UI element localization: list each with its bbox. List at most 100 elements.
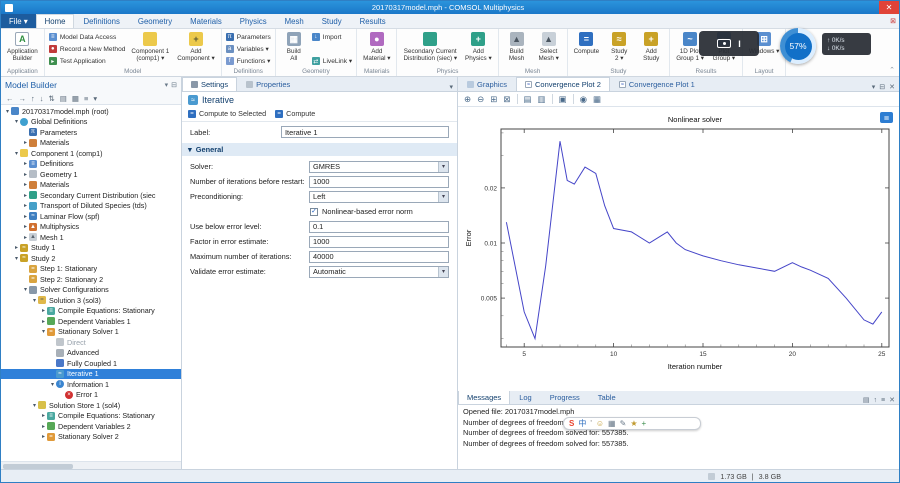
- ime-icon[interactable]: ☺: [596, 418, 604, 429]
- tree-toolbar-icon[interactable]: ▦: [72, 94, 79, 103]
- ime-icon[interactable]: ★: [630, 418, 637, 429]
- tree-toolbar-icon[interactable]: ↑: [31, 94, 35, 103]
- general-section-header[interactable]: ▾ General: [182, 143, 457, 156]
- ime-icon[interactable]: ▦: [608, 418, 616, 429]
- tree-item-geometry-1[interactable]: ▸ Geometry 1: [1, 169, 181, 180]
- ime-icon[interactable]: 中: [578, 418, 586, 429]
- graphics-tool-icon[interactable]: ⊠: [503, 94, 510, 105]
- help-icon[interactable]: ⊠: [890, 17, 896, 25]
- expand-icon[interactable]: ▸: [40, 412, 47, 419]
- expand-icon[interactable]: ▸: [40, 307, 47, 314]
- tree-item-20170317model-mph-root[interactable]: ▾ 20170317model.mph (root): [1, 106, 181, 117]
- tree-item-multiphysics[interactable]: ▸ ▲ Multiphysics: [1, 222, 181, 233]
- tree-item-solution-store-1-sol4[interactable]: ▾ Solution Store 1 (sol4): [1, 400, 181, 411]
- tree-toolbar-icon[interactable]: ←: [6, 94, 14, 103]
- ribbon-tab-mesh[interactable]: Mesh: [276, 14, 313, 28]
- tree-item-dependent-variables-1[interactable]: ▸ Dependent Variables 1: [1, 316, 181, 327]
- ribbon-tab-study[interactable]: Study: [313, 14, 351, 28]
- graphics-tool-icon[interactable]: ⊕: [464, 94, 471, 105]
- panel-control-icon[interactable]: ▾: [872, 83, 876, 91]
- ribbon-item-component-1-comp1[interactable]: Component 1 (comp1) ▾: [129, 31, 171, 63]
- input-factor-in-error-estimate[interactable]: [309, 235, 449, 248]
- scrollbar-thumb[interactable]: [3, 463, 73, 469]
- expand-icon[interactable]: ▸: [22, 192, 29, 199]
- tree-item-stationary-solver-2[interactable]: ▸ = Stationary Solver 2: [1, 432, 181, 443]
- tab-messages[interactable]: Messages: [458, 390, 511, 404]
- tree-item-advanced[interactable]: Advanced: [1, 348, 181, 359]
- tree-item-direct[interactable]: Direct: [1, 337, 181, 348]
- ribbon-item-test-application[interactable]: ▸ Test Application: [48, 56, 126, 66]
- panel-float-icon[interactable]: ⊟: [171, 81, 177, 89]
- collapse-icon[interactable]: ▾: [31, 402, 38, 409]
- checkbox-nonlinear-based-error-norm[interactable]: ✓: [310, 207, 318, 216]
- compute-button[interactable]: = Compute: [275, 109, 315, 118]
- expand-icon[interactable]: ▸: [22, 139, 29, 146]
- ribbon-tab-materials[interactable]: Materials: [181, 14, 231, 28]
- tree-item-compile-equations-stationary[interactable]: ▸ ≡ Compile Equations: Stationary: [1, 306, 181, 317]
- ribbon-item-record-a-new-method[interactable]: ● Record a New Method: [48, 44, 125, 54]
- ribbon-item-secondary-current-distribution-siec[interactable]: Secondary Current Distribution (siec) ▾: [401, 31, 459, 63]
- tree-item-compile-equations-stationary[interactable]: ▸ ≡ Compile Equations: Stationary: [1, 411, 181, 422]
- combo-validate-error-estimate[interactable]: Automatic ▾: [309, 265, 449, 278]
- graphics-tool-icon[interactable]: ◉: [580, 94, 587, 105]
- graphics-tool-icon[interactable]: ⊞: [490, 94, 497, 105]
- ribbon-item-add-component[interactable]: + Add Component ▾: [175, 31, 216, 63]
- tree-item-solution-3-sol3[interactable]: ▾ = Solution 3 (sol3): [1, 295, 181, 306]
- messages-tool-icon[interactable]: ▤: [863, 396, 870, 404]
- collapse-icon[interactable]: ▾: [40, 328, 47, 335]
- ribbon-item-variables[interactable]: a Variables ▾: [225, 44, 271, 54]
- tab-convergence-plot-1[interactable]: ≈ Convergence Plot 1: [610, 77, 704, 91]
- tree-item-error-1[interactable]: × Error 1: [1, 390, 181, 401]
- expand-icon[interactable]: ▸: [40, 423, 47, 430]
- ribbon-tab-physics[interactable]: Physics: [231, 14, 276, 28]
- tree-item-materials[interactable]: ▸ Materials: [1, 138, 181, 149]
- tree-item-parameters[interactable]: π Parameters: [1, 127, 181, 138]
- tab-progress[interactable]: Progress: [541, 390, 589, 404]
- tab-convergence-plot-2[interactable]: ≈ Convergence Plot 2: [516, 77, 610, 91]
- ribbon-item-add-study[interactable]: + Add Study: [637, 31, 665, 63]
- tree-toolbar-icon[interactable]: ≡: [84, 94, 88, 103]
- tree-item-laminar-flow-spf[interactable]: ▸ ≈ Laminar Flow (spf): [1, 211, 181, 222]
- tree-item-step-1-stationary[interactable]: = Step 1: Stationary: [1, 264, 181, 275]
- tab-settings[interactable]: Settings: [182, 77, 238, 91]
- horizontal-scrollbar[interactable]: [1, 461, 181, 469]
- expand-icon[interactable]: ▸: [22, 234, 29, 241]
- messages-tool-icon[interactable]: ✕: [889, 396, 895, 404]
- ribbon-item-add-physics[interactable]: + Add Physics ▾: [463, 31, 494, 63]
- tree-item-study-1[interactable]: ▸ ≈ Study 1: [1, 243, 181, 254]
- ime-icon[interactable]: S: [569, 418, 574, 429]
- tab-log[interactable]: Log: [510, 390, 541, 404]
- tab-table[interactable]: Table: [589, 390, 625, 404]
- compute-to-selected-button[interactable]: = Compute to Selected: [188, 109, 266, 118]
- ribbon-item-build-all[interactable]: ▦ Build All: [280, 31, 308, 63]
- tree-toolbar-icon[interactable]: ▾: [93, 94, 97, 103]
- progress-gauge-overlay[interactable]: 57%: [780, 28, 816, 64]
- combo-preconditioning[interactable]: Left ▾: [309, 190, 449, 203]
- ribbon-item-parameters[interactable]: π Parameters: [225, 32, 271, 42]
- tree-item-study-2[interactable]: ▾ ≈ Study 2: [1, 253, 181, 264]
- tree-item-fully-coupled-1[interactable]: Fully Coupled 1: [1, 358, 181, 369]
- tree-item-solver-configurations[interactable]: ▾ Solver Configurations: [1, 285, 181, 296]
- tree-item-information-1[interactable]: ▾ i Information 1: [1, 379, 181, 390]
- ribbon-tab-home[interactable]: Home: [35, 14, 75, 28]
- tree-item-transport-of-diluted-species-tds[interactable]: ▸ Transport of Diluted Species (tds): [1, 201, 181, 212]
- collapse-icon[interactable]: ▾: [49, 381, 56, 388]
- panel-menu-icon[interactable]: ▾: [165, 81, 169, 89]
- collapse-icon[interactable]: ▾: [13, 118, 20, 125]
- expand-icon[interactable]: ▸: [40, 433, 47, 440]
- input-number-of-iterations-before-restart[interactable]: [309, 175, 449, 188]
- ime-icon[interactable]: ✎: [620, 418, 627, 429]
- ribbon-tab-geometry[interactable]: Geometry: [129, 14, 181, 28]
- messages-tool-icon[interactable]: ≡: [881, 397, 885, 404]
- tree-item-iterative-1[interactable]: ≈ Iterative 1: [1, 368, 181, 379]
- tree-item-global-definitions[interactable]: ▾ Global Definitions: [1, 117, 181, 128]
- ribbon-item-application-builder[interactable]: A Application Builder: [5, 31, 40, 63]
- input-maximum-number-of-iterations[interactable]: [309, 250, 449, 263]
- tree-item-mesh-1[interactable]: ▸ ▲ Mesh 1: [1, 232, 181, 243]
- ribbon-item-functions[interactable]: f Functions ▾: [225, 56, 271, 66]
- tree-item-component-1-comp1[interactable]: ▾ Component 1 (comp1): [1, 148, 181, 159]
- ribbon-item-build-mesh[interactable]: ▲ Build Mesh: [503, 31, 531, 63]
- panel-menu-icon[interactable]: ▾: [449, 83, 453, 91]
- tree-item-materials[interactable]: ▸ Materials: [1, 180, 181, 191]
- graphics-tool-icon[interactable]: ⊖: [477, 94, 484, 105]
